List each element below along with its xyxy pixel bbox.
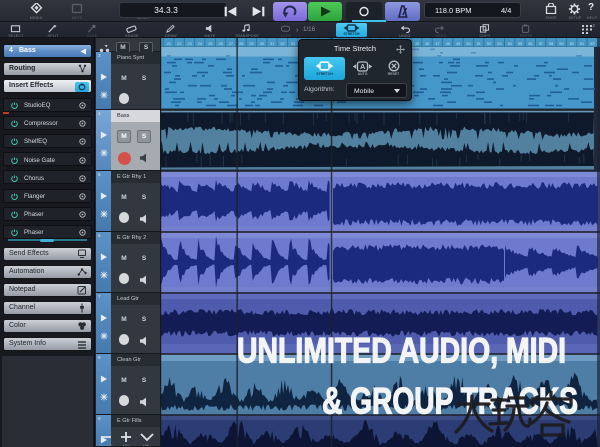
svg-text:A: A xyxy=(360,62,366,71)
